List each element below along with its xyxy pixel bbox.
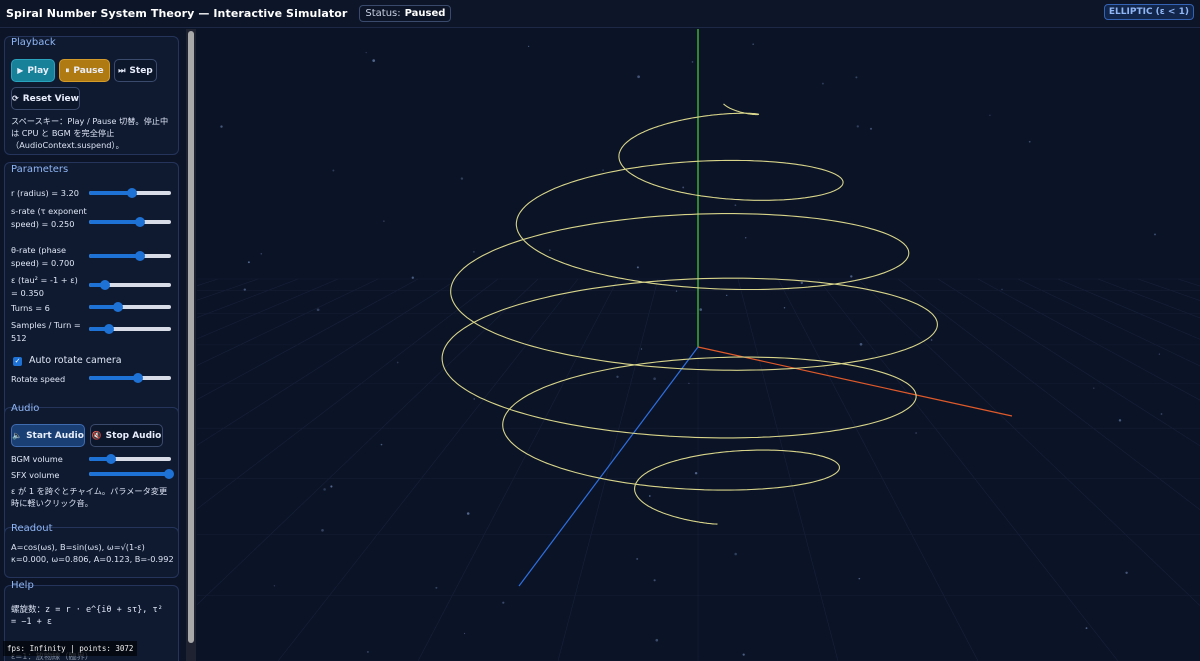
app-title: Spiral Number System Theory — Interactiv… (6, 7, 348, 20)
reset-label: Reset View (22, 93, 79, 104)
param-theta-rate-slider[interactable] (89, 250, 171, 262)
step-button[interactable]: ⏭ Step (114, 59, 157, 82)
step-icon: ⏭ (118, 65, 126, 75)
param-r-slider[interactable] (89, 187, 171, 199)
param-epsilon-slider[interactable] (89, 279, 171, 291)
play-label: Play (27, 65, 49, 76)
param-s-rate-slider[interactable] (89, 216, 171, 228)
sfx-volume-slider[interactable] (89, 468, 175, 480)
bgm-volume-label: BGM volume (11, 454, 63, 464)
status-value: Paused (404, 8, 446, 19)
pause-button[interactable]: ⏸ Pause (59, 59, 110, 82)
spiral-curve (441, 103, 938, 525)
mode-badge: ELLIPTIC (ε < 1) (1103, 4, 1194, 20)
check-icon: ✓ (14, 357, 21, 365)
help-formula: 螺旋数：z = r · e^{iθ + sτ}, τ² = −1 + ε (11, 605, 163, 627)
sfx-volume-label: SFX volume (11, 470, 60, 480)
pause-label: Pause (73, 65, 104, 76)
reset-icon: ⟳ (12, 94, 19, 103)
start-audio-label: Start Audio (26, 430, 84, 441)
help-title: Help (11, 580, 34, 591)
rotate-speed-label: Rotate speed (11, 374, 66, 384)
readout-title: Readout (11, 523, 53, 534)
control-sidebar: Playback ▶ Play ⏸ Pause ⏭ Step ⟳ Reset V… (0, 29, 196, 661)
3d-viewport[interactable] (197, 29, 1200, 661)
scrollbar-thumb[interactable] (188, 31, 194, 643)
top-bar: Spiral Number System Theory — Interactiv… (0, 0, 1200, 28)
readout-line-2: κ=0.000, ω=0.806, A=0.123, B=-0.992 (11, 554, 174, 564)
audio-note: ε が 1 を跨ぐとチャイム。パラメータ変更時に軽いクリック音。 (11, 486, 168, 508)
parameters-title: Parameters (11, 164, 69, 175)
param-theta-rate-label: θ-rate (phase speed) = 0.700 (11, 245, 75, 268)
param-turns-slider[interactable] (89, 301, 171, 313)
param-turns-label: Turns = 6 (11, 303, 50, 313)
audio-title: Audio (11, 403, 40, 414)
status-label: Status: (365, 8, 401, 19)
star-field (220, 43, 1163, 656)
playback-note: スペースキー：Play / Pause 切替。停止中は CPU と BGM を完… (11, 116, 169, 150)
bgm-volume-slider[interactable] (89, 453, 171, 465)
status-indicator: Status: Paused (359, 5, 452, 22)
play-icon: ▶ (17, 66, 24, 75)
playback-title: Playback (11, 37, 56, 48)
start-audio-button[interactable]: 🔈 Start Audio (11, 424, 85, 447)
param-epsilon-label: ε (tau² = -1 + ε) = 0.350 (11, 275, 78, 298)
auto-rotate-checkbox[interactable]: ✓ (13, 357, 22, 366)
speaker-icon: 🔈 (12, 431, 23, 440)
rotate-speed-slider[interactable] (89, 372, 171, 384)
param-r-label: r (radius) = 3.20 (11, 188, 79, 198)
stop-audio-button[interactable]: 🔇 Stop Audio (90, 424, 163, 447)
param-s-rate-label: s-rate (τ exponent speed) = 0.250 (11, 206, 87, 229)
reset-view-button[interactable]: ⟳ Reset View (11, 87, 80, 110)
spiral-scene[interactable] (197, 29, 1200, 661)
pause-icon: ⏸ (65, 65, 70, 75)
auto-rotate-label: Auto rotate camera (29, 355, 122, 366)
sidebar-scrollbar[interactable] (186, 29, 196, 661)
play-button[interactable]: ▶ Play (11, 59, 55, 82)
param-samples-slider[interactable] (89, 323, 171, 335)
stop-audio-label: Stop Audio (105, 430, 162, 441)
z-axis (518, 346, 699, 587)
step-label: Step (129, 65, 153, 76)
readout-line-1: A=cos(ωs), B=sin(ωs), ω=√(1-ε) (11, 542, 145, 552)
param-samples-label: Samples / Turn = 512 (11, 320, 81, 343)
fps-counter: fps: Infinity | points: 3072 (3, 641, 137, 656)
speaker-mute-icon: 🔇 (91, 431, 102, 440)
